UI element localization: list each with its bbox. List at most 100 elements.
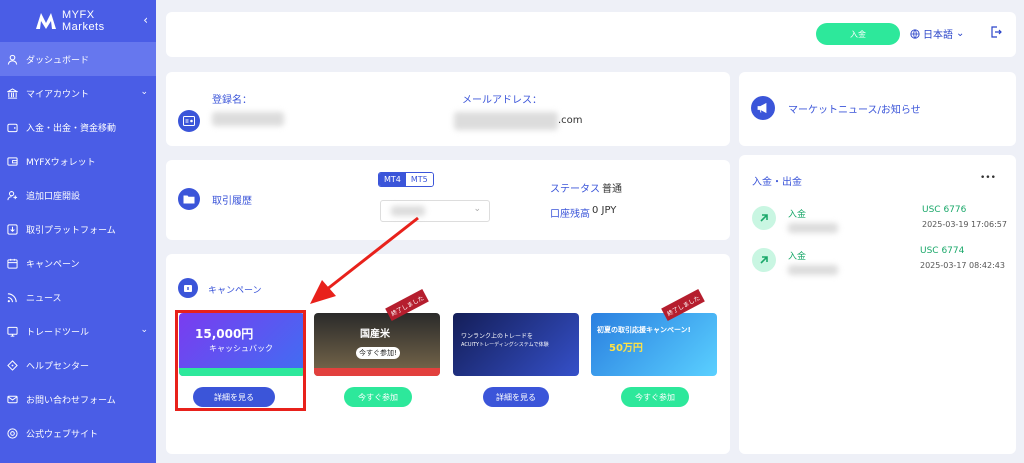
campaign-title: キャンペーン (208, 286, 262, 296)
sidebar-item-official-site[interactable]: 公式ウェブサイト (0, 416, 156, 450)
campaign-join-button-2[interactable]: 今すぐ参加 (344, 387, 412, 407)
mail-icon (6, 393, 18, 405)
sidebar-item-label: お問い合わせフォーム (26, 395, 116, 406)
brand-logo[interactable]: MYFX Markets ‹ (0, 0, 156, 42)
calendar-icon (6, 257, 18, 269)
sidebar-item-my-account[interactable]: マイアカウント ⌄ (0, 76, 156, 110)
sidebar-item-label: MYFXウォレット (26, 157, 96, 168)
banner-3-subtext: ACUITYトレーディングシステムで体験 (461, 342, 549, 348)
deposit-button[interactable]: 入金 (816, 23, 900, 45)
tab-mt5[interactable]: MT5 (405, 173, 433, 186)
campaign-banner-3[interactable]: ワンランク上のトレードを ACUITYトレーディングシステムで体験 (453, 313, 579, 376)
tab-mt4[interactable]: MT4 (379, 173, 406, 186)
sidebar-item-deposit-withdraw[interactable]: 入金・出金・資金移動 (0, 110, 156, 144)
transfer-date-1: 2025-03-19 17:06:57 (922, 220, 1007, 229)
platform-tabs: MT4 MT5 (378, 172, 434, 187)
transfers-title: 入金・出金 (752, 177, 802, 188)
sidebar-item-myfx-wallet[interactable]: MYFXウォレット (0, 144, 156, 178)
rss-icon (6, 291, 18, 303)
sidebar-item-contact-form[interactable]: お問い合わせフォーム (0, 382, 156, 416)
sidebar-item-label: 追加口座開設 (26, 191, 81, 202)
brand-name-line2: Markets (62, 21, 105, 33)
arrow-up-right-icon (752, 206, 776, 230)
highlight-box (175, 310, 306, 411)
chevron-down-icon: ⌄ (473, 204, 481, 214)
top-header: 入金 日本語 ⌄ (166, 12, 1016, 57)
arrow-up-right-icon (752, 248, 776, 272)
transfer-account-redacted-1 (788, 223, 838, 233)
email-value-redacted (454, 112, 558, 130)
brand-name-line1: MYFX (62, 9, 95, 21)
more-options-icon[interactable]: ••• (980, 173, 996, 183)
market-news-card[interactable]: マーケットニュース/お知らせ (739, 72, 1016, 146)
campaign-icon (178, 278, 198, 298)
banner-2-headline: 国産米 (360, 329, 390, 340)
sidebar-item-help-center[interactable]: ヘルプセンター (0, 348, 156, 382)
sidebar-item-news[interactable]: ニュース (0, 280, 156, 314)
status-value: 普通 (602, 184, 622, 195)
wallet-icon (6, 155, 18, 167)
sidebar-item-open-account[interactable]: 追加口座開設 (0, 178, 156, 212)
annotation-arrow-icon (310, 216, 419, 304)
logout-icon[interactable] (990, 26, 1002, 41)
sidebar-item-label: キャンペーン (26, 259, 80, 270)
trading-history-card: 取引履歴 MT4 MT5 ⌄ ステータス 普通 口座残高 0 JPY (166, 160, 730, 240)
sidebar-item-campaign[interactable]: キャンペーン (0, 246, 156, 280)
sidebar-item-dashboard[interactable]: ダッシュボード (0, 42, 156, 76)
sidebar-item-label: マイアカウント (26, 89, 90, 100)
campaign-details-button-3[interactable]: 詳細を見る (483, 387, 549, 407)
bank-icon (6, 87, 18, 99)
market-news-title: マーケットニュース/お知らせ (788, 105, 921, 116)
id-card-icon (178, 110, 200, 132)
banner-4-subtext: 50万円 (609, 343, 643, 354)
chevron-down-icon: ⌄ (956, 28, 965, 39)
sidebar-item-label: ニュース (26, 293, 62, 304)
campaign-banner-2[interactable]: 国産米 今すぐ参加! (314, 313, 440, 376)
transfer-amount-2: USC 6774 (920, 246, 965, 256)
sidebar-item-label: 入金・出金・資金移動 (26, 123, 117, 134)
email-suffix: .com (558, 115, 583, 126)
name-label: 登録名： (212, 95, 252, 106)
download-icon (6, 223, 18, 235)
banner-2-strip (314, 368, 440, 376)
myfx-logo-icon (36, 13, 56, 29)
sidebar-item-label: 取引プラットフォーム (26, 225, 116, 236)
profile-card: 登録名： メールアドレス： .com (166, 72, 730, 146)
globe-icon (6, 427, 18, 439)
status-label: ステータス (550, 184, 600, 195)
sidebar: MYFX Markets ‹ ダッシュボード マイアカウント ⌄ 入金・出金・資… (0, 0, 156, 463)
transfer-amount-1: USC 6776 (922, 205, 967, 215)
campaign-join-button-4[interactable]: 今すぐ参加 (621, 387, 689, 407)
user-icon (6, 53, 18, 65)
sidebar-item-trade-tools[interactable]: トレードツール ⌄ (0, 314, 156, 348)
transfer-type-1: 入金 (788, 210, 807, 220)
banner-3-headline: ワンランク上のトレードを (461, 333, 534, 340)
transfer-date-2: 2025-03-17 08:42:43 (920, 261, 1005, 270)
collapse-sidebar-icon[interactable]: ‹ (143, 13, 148, 27)
sidebar-item-label: ダッシュボード (26, 55, 90, 66)
campaign-banner-4[interactable]: 初夏の取引応援キャンペーン! 50万円 (591, 313, 717, 376)
wallet-icon (6, 121, 18, 133)
balance-value: 0 JPY (592, 205, 617, 216)
user-plus-icon (6, 189, 18, 201)
tools-icon (6, 325, 18, 337)
banner-4-headline: 初夏の取引応援キャンペーン! (597, 326, 691, 334)
chevron-down-icon: ⌄ (140, 325, 148, 335)
email-label: メールアドレス： (462, 95, 542, 106)
chevron-down-icon: ⌄ (140, 87, 148, 97)
language-selector[interactable]: 日本語 ⌄ (910, 26, 964, 41)
balance-label: 口座残高 (550, 209, 590, 220)
sidebar-item-platform[interactable]: 取引プラットフォーム (0, 212, 156, 246)
diamond-icon (6, 359, 18, 371)
transfer-account-redacted-2 (788, 265, 838, 275)
trading-history-title: 取引履歴 (212, 196, 252, 207)
name-value-redacted (212, 112, 284, 126)
sidebar-item-label: ヘルプセンター (26, 361, 90, 372)
campaign-card: キャンペーン 15,000円 キャッシュバック 国産米 今すぐ参加! 終了しまし… (166, 254, 730, 454)
globe-icon (910, 28, 920, 39)
sidebar-item-label: トレードツール (26, 327, 90, 338)
banner-2-subtext: 今すぐ参加! (356, 347, 400, 359)
sidebar-item-label: 公式ウェブサイト (26, 429, 99, 440)
language-label: 日本語 (923, 30, 953, 41)
transfer-type-2: 入金 (788, 252, 807, 262)
